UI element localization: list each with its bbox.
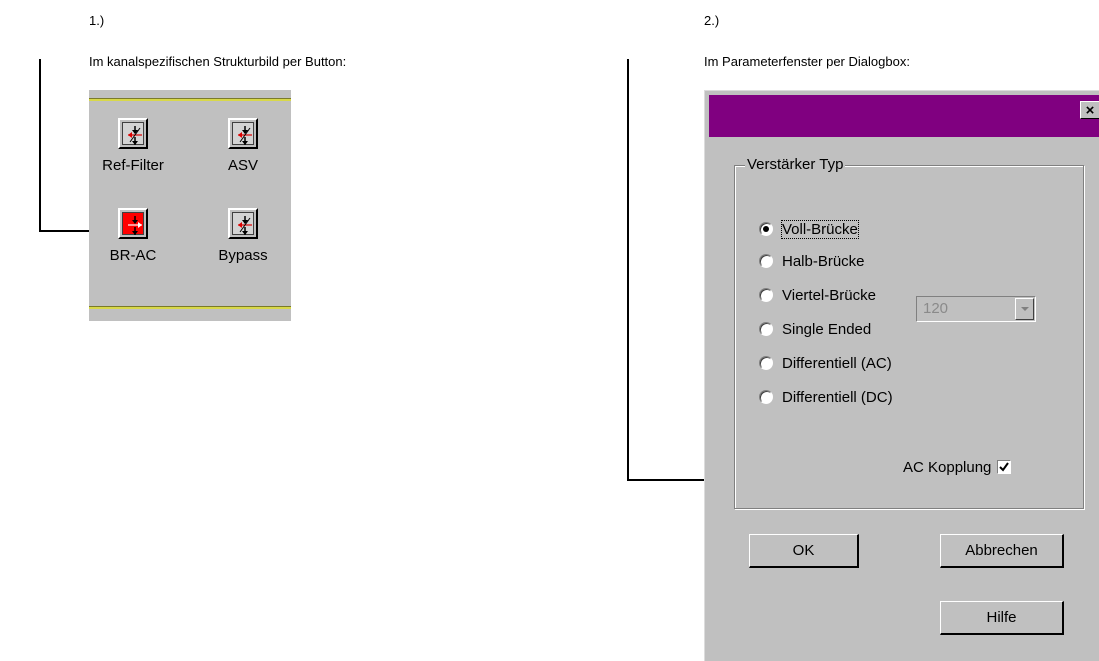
radio-differentiell-dc[interactable]: Differentiell (DC) <box>759 386 893 408</box>
checkmark-icon <box>999 462 1010 472</box>
filter-icon <box>238 216 252 235</box>
toolbar-stripe-top <box>89 98 291 101</box>
radio-button[interactable] <box>759 254 773 268</box>
toolbar-stripe-bottom <box>89 306 291 309</box>
radio-viertel-bruecke[interactable]: Viertel-Brücke <box>759 284 876 306</box>
cancel-button[interactable]: Abbrechen <box>940 534 1064 568</box>
radio-halb-bruecke[interactable]: Halb-Brücke <box>759 250 865 272</box>
amplifier-type-group-title: Verstärker Typ <box>745 156 846 173</box>
dialog-title-bar[interactable]: × <box>709 95 1099 137</box>
close-button[interactable]: × <box>1080 101 1099 119</box>
radio-label: Differentiell (AC) <box>782 354 892 372</box>
step-2-heading: Im Parameterfenster per Dialogbox: <box>704 54 910 69</box>
br-ac-button[interactable] <box>118 208 148 239</box>
radio-single-ended[interactable]: Single Ended <box>759 318 871 340</box>
filter-icon <box>128 126 142 145</box>
step-1-heading: Im kanalspezifischen Strukturbild per Bu… <box>89 54 347 69</box>
radio-label: Halb-Brücke <box>782 252 865 270</box>
radio-button-selected[interactable] <box>759 222 773 236</box>
ac-coupling-label: AC Kopplung <box>903 458 992 476</box>
radio-label: Differentiell (DC) <box>782 388 893 406</box>
bypass-label: Bypass <box>218 247 268 264</box>
bridge-ac-icon <box>128 216 142 235</box>
asv-button[interactable] <box>228 118 258 149</box>
ref-filter-button[interactable] <box>118 118 148 149</box>
radio-label: Viertel-Brücke <box>782 286 876 304</box>
asv-label: ASV <box>227 157 258 174</box>
step-2-number: 2.) <box>704 13 720 28</box>
radio-label: Voll-Brücke <box>781 219 859 239</box>
radio-button[interactable] <box>759 390 773 404</box>
ac-coupling-row[interactable]: AC Kopplung <box>903 456 1012 478</box>
arrow-1-vertical <box>39 59 41 232</box>
bypass-button[interactable] <box>228 208 258 239</box>
ref-filter-label: Ref-Filter <box>102 157 164 174</box>
radio-button[interactable] <box>759 322 773 336</box>
br-ac-label: BR-AC <box>109 247 157 264</box>
structure-panel: Ref-Filter ASV BR-AC Bypass <box>89 90 291 321</box>
radio-button[interactable] <box>759 288 773 302</box>
help-button[interactable]: Hilfe <box>940 601 1064 635</box>
filter-icon <box>238 126 252 145</box>
radio-differentiell-ac[interactable]: Differentiell (AC) <box>759 352 892 374</box>
radio-label: Single Ended <box>782 320 872 338</box>
chevron-down-icon[interactable] <box>1015 298 1034 320</box>
ac-coupling-checkbox[interactable] <box>997 460 1012 474</box>
radio-button[interactable] <box>759 356 773 370</box>
ok-button[interactable]: OK <box>749 534 859 568</box>
resistance-combobox[interactable]: 120 <box>916 296 1036 322</box>
arrow-2-vertical <box>627 59 629 481</box>
radio-voll-bruecke[interactable]: Voll-Brücke <box>759 218 859 240</box>
parameter-dialog: × Verstärker Typ Voll-Brücke Halb-Brücke… <box>704 90 1099 661</box>
step-1-number: 1.) <box>89 13 105 28</box>
amplifier-type-group: Verstärker Typ Voll-Brücke Halb-Brücke V… <box>734 156 1084 509</box>
resistance-value: 120 <box>923 300 949 317</box>
